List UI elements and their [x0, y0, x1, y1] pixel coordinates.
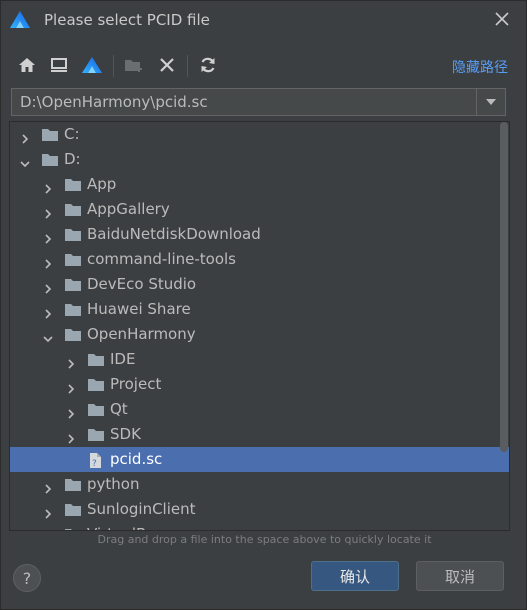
chevron-right-icon[interactable] [66, 379, 76, 394]
toolbar: 隐藏路径 [1, 49, 526, 83]
chevron-right-icon[interactable] [43, 229, 53, 244]
chevron-right-icon[interactable] [43, 254, 53, 269]
toolbar-separator [113, 55, 114, 77]
tree-item-label: python [87, 475, 140, 493]
tree-folder-row[interactable]: VirtualBox [10, 522, 509, 530]
path-dropdown-button[interactable] [476, 89, 505, 115]
folder-icon [64, 302, 82, 317]
tree-item-label: Huawei Share [87, 300, 191, 318]
chevron-right-icon[interactable] [43, 304, 53, 319]
tree-folder-row[interactable]: SDK [10, 422, 509, 447]
tree-item-label: BaiduNetdiskDownload [87, 225, 261, 243]
home-icon[interactable] [15, 53, 39, 77]
folder-icon [64, 327, 82, 342]
tree-scrollbar[interactable] [500, 122, 508, 452]
dialog-title: Please select PCID file [44, 11, 210, 29]
tree-folder-row[interactable]: IDE [10, 347, 509, 372]
tree-item-label: VirtualBox [87, 525, 164, 530]
chevron-right-icon[interactable] [66, 429, 76, 444]
tree-item-label: IDE [110, 350, 136, 368]
hide-path-link[interactable]: 隐藏路径 [452, 57, 508, 77]
file-chooser-dialog: Please select PCID file 隐藏路径 D:\OpenHarm… [0, 0, 527, 610]
tree-folder-row[interactable]: command-line-tools [10, 247, 509, 272]
tree-item-label: pcid.sc [110, 450, 163, 468]
tree-folder-row[interactable]: OpenHarmony [10, 322, 509, 347]
deveco-logo-icon [9, 10, 31, 30]
folder-icon [64, 252, 82, 267]
path-input[interactable] [12, 89, 474, 115]
chevron-right-icon[interactable] [66, 354, 76, 369]
title-bar: Please select PCID file [1, 1, 526, 41]
new-folder-icon[interactable] [122, 53, 146, 77]
help-label: ? [22, 568, 32, 588]
tree-folder-row[interactable]: DevEco Studio [10, 272, 509, 297]
tree-item-label: D: [64, 150, 81, 168]
tree-folder-row[interactable]: SunloginClient [10, 497, 509, 522]
tree-folder-row[interactable]: AppGallery [10, 197, 509, 222]
tree-item-label: Qt [110, 400, 128, 418]
chevron-right-icon[interactable] [43, 529, 53, 530]
tree-item-label: command-line-tools [87, 250, 236, 268]
tree-file-row[interactable]: ? pcid.sc [10, 447, 509, 472]
tree-folder-row[interactable]: Huawei Share [10, 297, 509, 322]
tree-folder-row[interactable]: D: [10, 147, 509, 172]
toolbar-separator [187, 55, 188, 77]
folder-icon [87, 427, 105, 442]
folder-icon [87, 402, 105, 417]
folder-icon [64, 227, 82, 242]
help-button[interactable]: ? [13, 564, 41, 592]
file-tree[interactable]: C: D: App AppGallery BaiduNetdiskDownload com… [9, 121, 510, 531]
tree-item-label: Project [110, 375, 162, 393]
tree-item-label: SDK [110, 425, 141, 443]
chevron-right-icon[interactable] [43, 204, 53, 219]
tree-item-label: App [87, 175, 117, 193]
path-combobox[interactable] [11, 88, 506, 116]
tree-folder-row[interactable]: App [10, 172, 509, 197]
tree-item-label: AppGallery [87, 200, 170, 218]
tree-folder-row[interactable]: python [10, 472, 509, 497]
drive-folder-icon [41, 152, 59, 167]
desktop-icon[interactable] [47, 53, 71, 77]
refresh-icon[interactable] [196, 53, 220, 77]
project-icon[interactable] [80, 53, 104, 77]
chevron-right-icon[interactable] [20, 129, 30, 144]
chevron-right-icon[interactable] [43, 504, 53, 519]
tree-folder-row[interactable]: Qt [10, 397, 509, 422]
tree-item-label: DevEco Studio [87, 275, 197, 293]
tree-folder-row[interactable]: BaiduNetdiskDownload [10, 222, 509, 247]
folder-icon [87, 352, 105, 367]
folder-icon [64, 477, 82, 492]
folder-icon [64, 177, 82, 192]
folder-icon [64, 502, 82, 517]
folder-icon [64, 527, 82, 530]
tree-folder-row[interactable]: Project [10, 372, 509, 397]
chevron-right-icon[interactable] [43, 479, 53, 494]
close-icon[interactable] [492, 9, 512, 29]
ok-button[interactable]: 确认 [311, 561, 399, 591]
folder-icon [87, 377, 105, 392]
folder-icon [64, 202, 82, 217]
chevron-right-icon[interactable] [66, 404, 76, 419]
tree-item-label: C: [64, 125, 80, 143]
drive-folder-icon [41, 127, 59, 142]
tree-item-label: SunloginClient [87, 500, 196, 518]
chevron-right-icon[interactable] [43, 179, 53, 194]
tree-folder-row[interactable]: C: [10, 122, 509, 147]
cancel-button[interactable]: 取消 [416, 561, 504, 591]
chevron-down-icon[interactable] [20, 154, 30, 168]
delete-icon[interactable] [155, 53, 179, 77]
drag-drop-hint: Drag and drop a file into the space abov… [97, 533, 432, 546]
folder-icon [64, 277, 82, 292]
file-icon: ? [87, 452, 105, 469]
svg-text:?: ? [92, 459, 97, 469]
chevron-down-icon [486, 99, 496, 105]
chevron-right-icon[interactable] [43, 279, 53, 294]
chevron-down-icon[interactable] [43, 329, 53, 343]
tree-item-label: OpenHarmony [87, 325, 196, 343]
